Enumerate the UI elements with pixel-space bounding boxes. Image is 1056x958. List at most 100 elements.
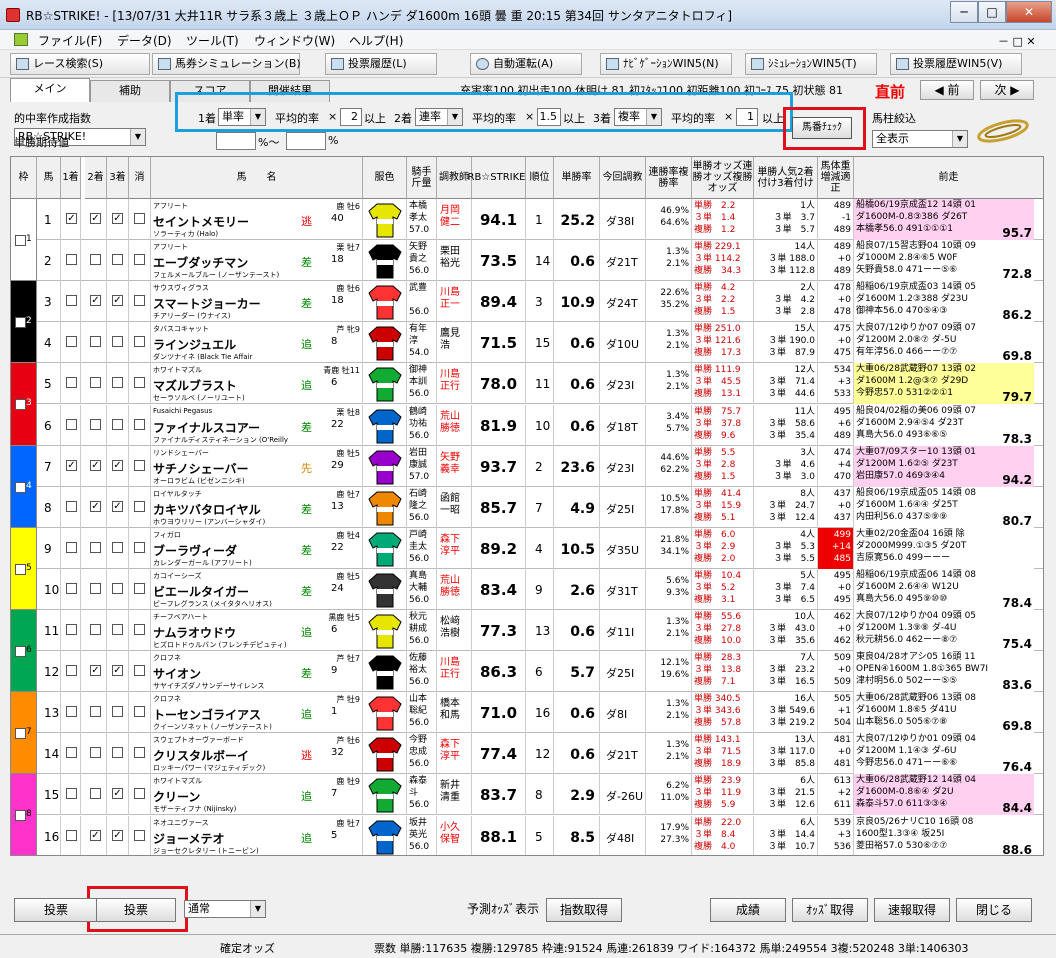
menu-file[interactable]: ファイル(F) bbox=[38, 32, 102, 49]
place-checkbox[interactable]: ✓ bbox=[90, 665, 101, 677]
place-checkbox[interactable] bbox=[66, 295, 77, 307]
exclude-checkbox[interactable] bbox=[134, 541, 145, 553]
table-row[interactable]: 14 スウェプトオーヴァーボード 芦 牡6 クリスタルボーイ ロッキーパワー (マジェテ… bbox=[11, 733, 1043, 775]
get-sokuho-button[interactable]: 速報取得 bbox=[874, 898, 950, 922]
tan-max-input[interactable] bbox=[286, 132, 326, 150]
frame-checkbox[interactable] bbox=[15, 728, 26, 740]
table-row[interactable]: 4 タバスコキャット 芦 牝9 ラインジュエル ダンツナイネ (Black Tie Af… bbox=[11, 322, 1043, 364]
place-checkbox[interactable] bbox=[90, 747, 101, 759]
exclude-checkbox[interactable] bbox=[134, 624, 145, 635]
menu-tools[interactable]: ツール(T) bbox=[186, 32, 239, 49]
place-checkbox[interactable] bbox=[112, 541, 123, 553]
exclude-checkbox[interactable] bbox=[134, 582, 145, 594]
mode-select[interactable]: 通常 ▼ bbox=[184, 900, 266, 918]
place-checkbox[interactable] bbox=[112, 418, 123, 430]
place-checkbox[interactable] bbox=[66, 541, 77, 553]
minimize-button[interactable]: ─ bbox=[950, 1, 978, 23]
place-checkbox[interactable] bbox=[112, 624, 123, 635]
place-checkbox[interactable] bbox=[112, 582, 123, 594]
place-checkbox[interactable]: ✓ bbox=[112, 213, 123, 224]
table-row[interactable]: 15 ✓ ホワイトマズル 鹿 牡9 クリーン モザーティフナ (Nijinsky) 追 7 森泰… bbox=[11, 774, 1043, 816]
place-checkbox[interactable] bbox=[112, 377, 123, 389]
place-checkbox[interactable] bbox=[90, 336, 101, 348]
place-checkbox[interactable]: ✓ bbox=[112, 459, 123, 471]
place-checkbox[interactable] bbox=[90, 706, 101, 718]
vote-history-button[interactable]: 投票履歴(L) bbox=[325, 53, 437, 75]
place-checkbox[interactable]: ✓ bbox=[112, 829, 123, 841]
race-search-button[interactable]: レース検索(S) bbox=[10, 53, 150, 75]
frame-checkbox[interactable] bbox=[15, 235, 26, 247]
frame-checkbox[interactable] bbox=[15, 399, 26, 411]
bano-check-button[interactable]: 馬番ﾁｪｯｸ bbox=[792, 117, 852, 139]
place-checkbox[interactable] bbox=[66, 706, 77, 718]
table-row[interactable]: 6 Fusaichi Pegasus 栗 牡8 ファイナルスコアー ファイナルディスティ… bbox=[11, 404, 1043, 446]
vote-history-win5-button[interactable]: 投票履歴WIN5(V) bbox=[890, 53, 1022, 75]
table-row[interactable]: 13 クロフネ 芦 牡9 トーセンゴライアス クイーンソネット (ノーザンテースト) 追 1… bbox=[11, 692, 1043, 734]
table-row[interactable]: 3 ✓ ✓ サウスヴィグラス 鹿 牡6 スマートジョーカー チアリーダー (ウナイス) 差 18… bbox=[11, 281, 1043, 323]
exclude-checkbox[interactable] bbox=[134, 336, 145, 348]
frame-checkbox[interactable] bbox=[15, 481, 26, 493]
place-checkbox[interactable] bbox=[112, 706, 123, 718]
results-button[interactable]: 成績 bbox=[710, 898, 786, 922]
table-row[interactable]: 11 チーフベアハート 黒鹿 牡5 ナムラオウドウ ヒズロトドゥルバン (フレンチデピュ… bbox=[11, 610, 1043, 651]
table-row[interactable]: 5 ホワイトマズル 青鹿 牡11 マズルブラスト セーラソルベ (ノーリユート) 追 6 御神… bbox=[11, 363, 1043, 405]
place-checkbox[interactable] bbox=[66, 418, 77, 430]
place-checkbox[interactable] bbox=[66, 624, 77, 635]
exclude-checkbox[interactable] bbox=[134, 788, 145, 800]
tab-sub[interactable]: 補助 bbox=[90, 80, 170, 102]
place-checkbox[interactable] bbox=[112, 336, 123, 348]
place-checkbox[interactable] bbox=[90, 582, 101, 594]
exclude-checkbox[interactable] bbox=[134, 829, 145, 841]
place-checkbox[interactable]: ✓ bbox=[112, 500, 123, 512]
exclude-checkbox[interactable] bbox=[134, 418, 145, 430]
place-checkbox[interactable]: ✓ bbox=[90, 829, 101, 841]
place-checkbox[interactable] bbox=[66, 336, 77, 348]
tab-main[interactable]: メイン bbox=[10, 78, 90, 102]
simulation-win5-button[interactable]: ｼﾐｭﾚｰｼｮﾝWIN5(T) bbox=[745, 53, 877, 75]
bet-simulation-button[interactable]: 馬券シミュレーション(B) bbox=[152, 53, 301, 75]
table-row[interactable]: 16 ✓ ✓ ネオユニヴァース 鹿 牡7 ジョーメテオ ジョーセクレタリー (トニービン) 追… bbox=[11, 815, 1043, 855]
predict-odds-button[interactable]: 予測ｵｯｽﾞ表示 bbox=[466, 898, 540, 922]
place-checkbox[interactable] bbox=[66, 500, 77, 512]
table-row[interactable]: 7 ✓ ✓ ✓ リンドシェーバー 鹿 牡5 サチノシェーバー オーロラビム (ビゼンニシキ) 先… bbox=[11, 445, 1043, 487]
place-checkbox[interactable] bbox=[90, 624, 101, 635]
place-checkbox[interactable] bbox=[66, 829, 77, 841]
table-row[interactable]: 10 カコイーシーズ 鹿 牡5 ビエールタイガー ビーフレグランス (メイタタヘリオス)… bbox=[11, 568, 1043, 610]
place-checkbox[interactable] bbox=[66, 582, 77, 594]
table-row[interactable]: 8 ✓ ✓ ロイヤルタッチ 鹿 牡7 カキツバタロイヤル ホウヨウリリー (アンバーシャダイ… bbox=[11, 486, 1043, 528]
frame-checkbox[interactable] bbox=[15, 563, 26, 575]
place-checkbox[interactable] bbox=[90, 254, 101, 266]
place-checkbox[interactable] bbox=[66, 254, 77, 266]
place-checkbox[interactable]: ✓ bbox=[112, 788, 123, 800]
navigation-win5-button[interactable]: ﾅﾋﾞｹﾞｰｼｮﾝWIN5(N) bbox=[600, 53, 732, 75]
place-checkbox[interactable] bbox=[90, 788, 101, 800]
close-button[interactable]: 閉じる bbox=[956, 898, 1032, 922]
exclude-checkbox[interactable] bbox=[134, 213, 145, 224]
place-checkbox[interactable] bbox=[90, 541, 101, 553]
place-checkbox[interactable]: ✓ bbox=[112, 295, 123, 307]
place-checkbox[interactable]: ✓ bbox=[66, 213, 77, 224]
mdi-controls[interactable]: － □ ✕ bbox=[998, 33, 1036, 49]
place-checkbox[interactable]: ✓ bbox=[90, 459, 101, 471]
exclude-checkbox[interactable] bbox=[134, 706, 145, 718]
exclude-checkbox[interactable] bbox=[134, 377, 145, 389]
menu-window[interactable]: ウィンドウ(W) bbox=[254, 32, 335, 49]
place-checkbox[interactable] bbox=[112, 254, 123, 266]
frame-checkbox[interactable] bbox=[15, 810, 26, 822]
next-race-button[interactable]: 次 ▶ bbox=[980, 80, 1034, 100]
menu-help[interactable]: ヘルプ(H) bbox=[349, 32, 403, 49]
table-row[interactable]: 2 アフリート 栗 牡7 エーブダッチマン フェルメールブルー (ノーザンテースト) 差 1… bbox=[11, 240, 1043, 282]
frame-checkbox[interactable] bbox=[15, 317, 26, 329]
get-odds-button[interactable]: ｵｯｽﾞ取得 bbox=[792, 898, 868, 922]
exclude-checkbox[interactable] bbox=[134, 665, 145, 677]
auto-run-button[interactable]: 自動運転(A) bbox=[470, 53, 582, 75]
close-window-button[interactable]: ✕ bbox=[1006, 1, 1052, 23]
exclude-checkbox[interactable] bbox=[134, 747, 145, 759]
exclude-checkbox[interactable] bbox=[134, 500, 145, 512]
tan-min-input[interactable] bbox=[216, 132, 256, 150]
place-checkbox[interactable]: ✓ bbox=[66, 459, 77, 471]
table-row[interactable]: 12 ✓ ✓ クロフネ 芦 牡7 サイオン サヤイチズダノサンデーサイレンス 差 9 佐藤 裕太 … bbox=[11, 651, 1043, 693]
place-checkbox[interactable]: ✓ bbox=[90, 500, 101, 512]
place-checkbox[interactable] bbox=[66, 788, 77, 800]
place-checkbox[interactable] bbox=[66, 665, 77, 677]
